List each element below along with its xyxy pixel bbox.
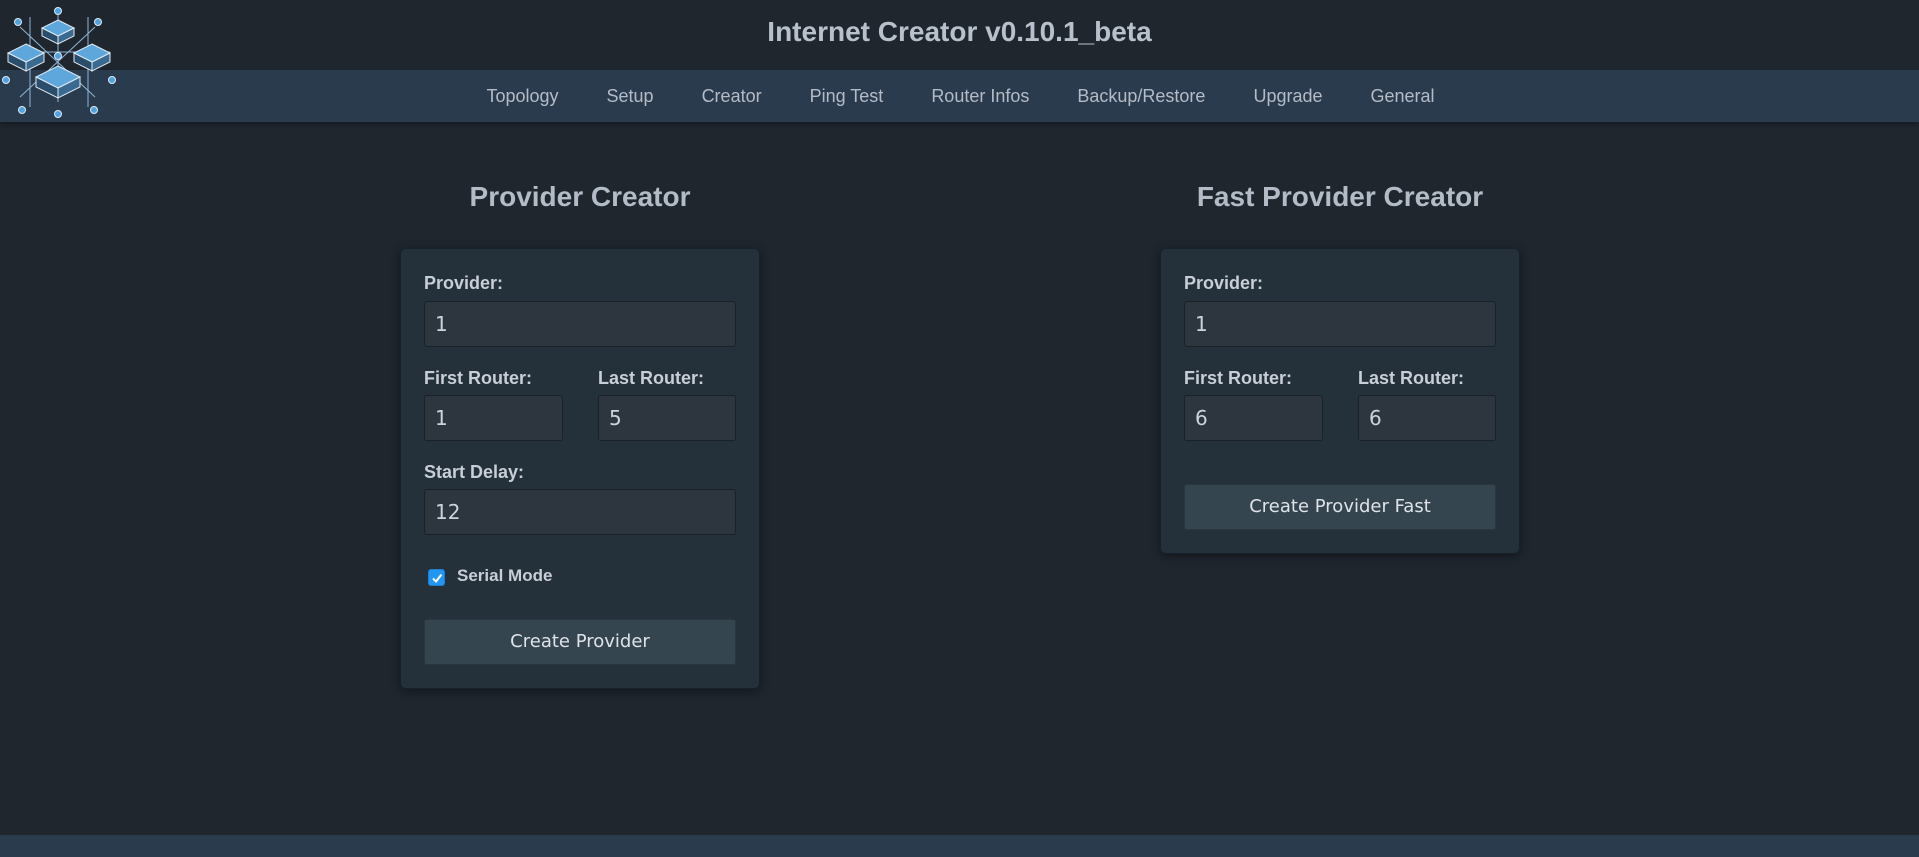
nav-item-ping-test[interactable]: Ping Test [786, 70, 908, 122]
footer-bar [0, 835, 1919, 857]
fast-provider-input[interactable] [1184, 301, 1496, 347]
nav-item-setup[interactable]: Setup [583, 70, 678, 122]
fast-last-router-label: Last Router: [1358, 368, 1465, 388]
fast-first-router-input[interactable] [1184, 395, 1323, 441]
provider-creator-title: Provider Creator [469, 181, 691, 212]
header: Internet Creator v0.10.1_beta [0, 0, 1919, 70]
network-servers-logo[interactable] [0, 2, 118, 120]
start-delay-input[interactable] [424, 489, 736, 535]
first-router-label: First Router: [424, 368, 532, 388]
last-router-input[interactable] [598, 395, 736, 441]
app-window: Internet Creator v0.10.1_beta Topology S… [0, 0, 1919, 857]
checkmark-icon [432, 573, 443, 584]
nav-item-backup-restore[interactable]: Backup/Restore [1053, 70, 1229, 122]
nav-item-upgrade[interactable]: Upgrade [1229, 70, 1346, 122]
serial-mode-checkbox[interactable] [428, 569, 445, 586]
fast-provider-creator-title: Fast Provider Creator [1196, 181, 1484, 212]
nav-item-router-infos[interactable]: Router Infos [907, 70, 1053, 122]
provider-input[interactable] [424, 301, 736, 347]
fast-provider-creator-card: Provider: First Router: Last Router: Cre… [1160, 248, 1520, 554]
create-provider-fast-button[interactable]: Create Provider Fast [1184, 484, 1496, 530]
provider-label: Provider: [424, 273, 504, 293]
create-provider-button[interactable]: Create Provider [424, 619, 736, 665]
provider-creator-card: Provider: First Router: Last Router: Sta… [400, 248, 760, 689]
fast-first-router-label: First Router: [1184, 368, 1292, 388]
nav-item-creator[interactable]: Creator [678, 70, 786, 122]
serial-mode-label: Serial Mode [457, 566, 553, 585]
first-router-input[interactable] [424, 395, 563, 441]
last-router-label: Last Router: [598, 368, 705, 388]
fast-provider-label: Provider: [1184, 273, 1264, 293]
start-delay-label: Start Delay: [424, 462, 525, 482]
fast-last-router-input[interactable] [1358, 395, 1496, 441]
app-title: Internet Creator v0.10.1_beta [767, 16, 1152, 47]
nav-item-general[interactable]: General [1347, 70, 1459, 122]
nav-bar: Topology Setup Creator Ping Test Router … [0, 70, 1919, 122]
nav-item-topology[interactable]: Topology [462, 70, 582, 122]
nav-list: Topology Setup Creator Ping Test Router … [0, 70, 1919, 122]
